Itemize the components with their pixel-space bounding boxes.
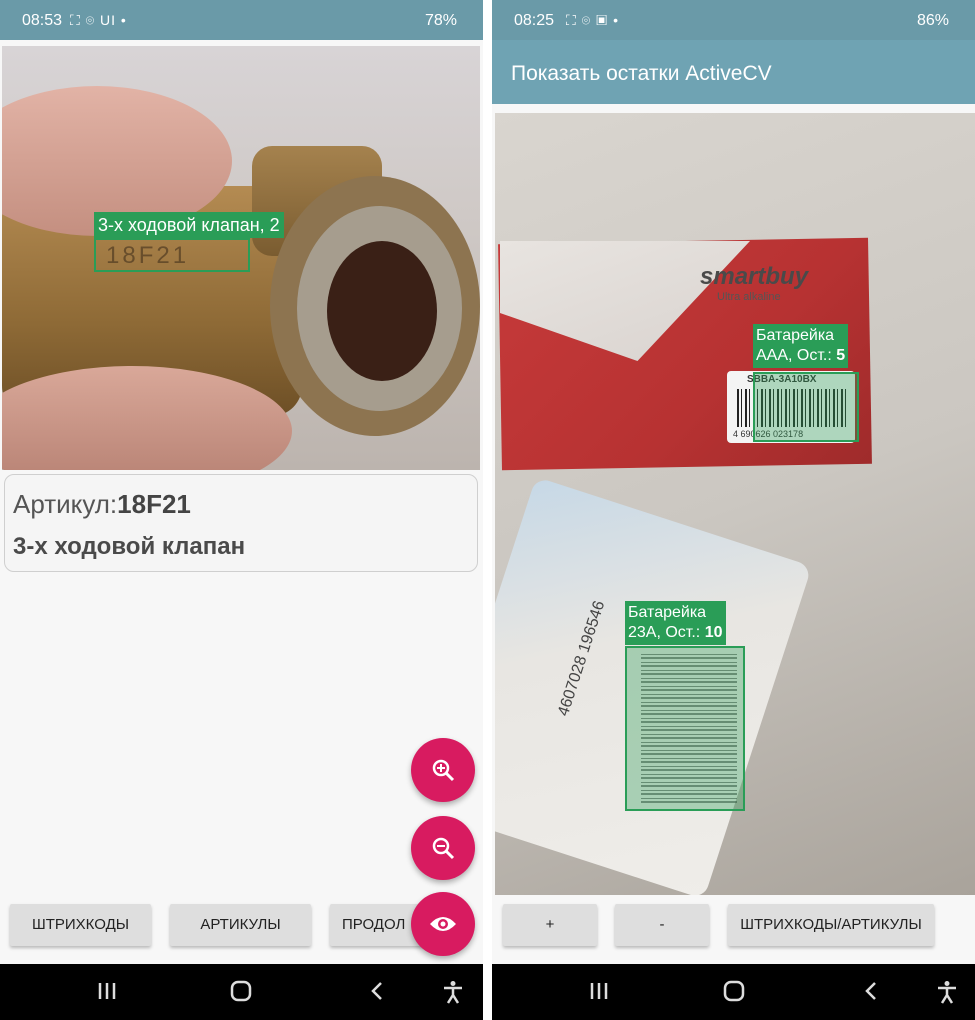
smartbuy-logo: smartbuy — [700, 263, 809, 290]
article-value: 18F21 — [117, 489, 191, 519]
status-icons: ⛶ ⌾ UI • — [70, 12, 127, 28]
box-subtitle: Ultra alkaline — [717, 291, 781, 303]
status-time: 08:25 — [514, 12, 555, 29]
detection-qty: 10 — [704, 624, 723, 641]
camera-preview[interactable]: smartbuy Ultra alkaline SBBA-3A10BX 4 69… — [495, 113, 975, 895]
photo-valve-hole — [327, 241, 437, 381]
zoom-in-button[interactable] — [411, 738, 475, 802]
accessibility-icon[interactable] — [936, 980, 958, 1004]
detection-label: Батарейка 23A, Ост.: 10 — [625, 601, 726, 645]
back-icon[interactable] — [368, 980, 386, 1002]
battery-percent: 86% — [916, 12, 949, 29]
zoom-in-icon — [432, 759, 455, 782]
zoom-out-button[interactable] — [411, 816, 475, 880]
phone-screen-left: 08:53 ⛶ ⌾ UI • 78% 18F21 3-х ходовой кла… — [0, 0, 483, 1020]
zoom-out-icon — [432, 837, 455, 860]
recent-apps-icon[interactable] — [588, 980, 610, 1002]
status-icons: ⛶ ⌾ ▣ • — [566, 12, 619, 28]
product-info-card: Артикул:18F21 3-х ходовой клапан — [4, 474, 478, 572]
back-icon[interactable] — [862, 980, 880, 1002]
status-time: 08:53 — [22, 12, 63, 29]
phone-screen-right: 08:25 ⛶ ⌾ ▣ • 86% Показать остатки Activ… — [492, 0, 975, 1020]
article-prefix: Артикул: — [13, 489, 118, 519]
status-bar: 08:25 ⛶ ⌾ ▣ • 86% — [492, 0, 975, 40]
detection-label: Батарейка AAA, Ост.: 5 — [753, 324, 849, 368]
minus-button[interactable]: - — [615, 904, 709, 946]
home-icon[interactable] — [230, 980, 252, 1002]
eye-icon — [430, 917, 456, 931]
home-icon[interactable] — [723, 980, 745, 1002]
articles-button[interactable]: АРТИКУЛЫ — [170, 904, 311, 946]
detection-stock-prefix: 23A, Ост.: — [628, 624, 705, 641]
article-line: Артикул:18F21 — [13, 489, 191, 520]
detection-qty: 5 — [836, 347, 846, 364]
detection-box — [753, 372, 859, 442]
product-name: 3-х ходовой клапан — [13, 533, 246, 560]
detection-name: Батарейка — [628, 604, 707, 621]
plus-button[interactable]: + — [503, 904, 597, 946]
detection-box — [625, 646, 745, 811]
barcodes-button[interactable]: ШТРИХКОДЫ — [10, 904, 151, 946]
detection-stock-prefix: AAA, Ост.: — [756, 347, 837, 364]
eye-toggle-button[interactable] — [411, 892, 475, 956]
app-title: Показать остатки ActiveCV — [511, 62, 772, 85]
detection-label: 3-х ходовой клапан, 2 — [94, 212, 284, 238]
system-nav-bar — [492, 964, 975, 1020]
detection-box — [94, 238, 250, 272]
accessibility-icon[interactable] — [442, 980, 464, 1004]
battery-percent: 78% — [424, 12, 457, 29]
barcodes-articles-button[interactable]: ШТРИХКОДЫ/АРТИКУЛЫ — [728, 904, 934, 946]
app-bar: Показать остатки ActiveCV — [492, 40, 975, 104]
system-nav-bar — [0, 964, 483, 1020]
detection-name: Батарейка — [756, 327, 835, 344]
camera-preview[interactable]: 18F21 3-х ходовой клапан, 2 — [2, 46, 480, 470]
status-bar: 08:53 ⛶ ⌾ UI • 78% — [0, 0, 483, 40]
recent-apps-icon[interactable] — [96, 980, 118, 1002]
